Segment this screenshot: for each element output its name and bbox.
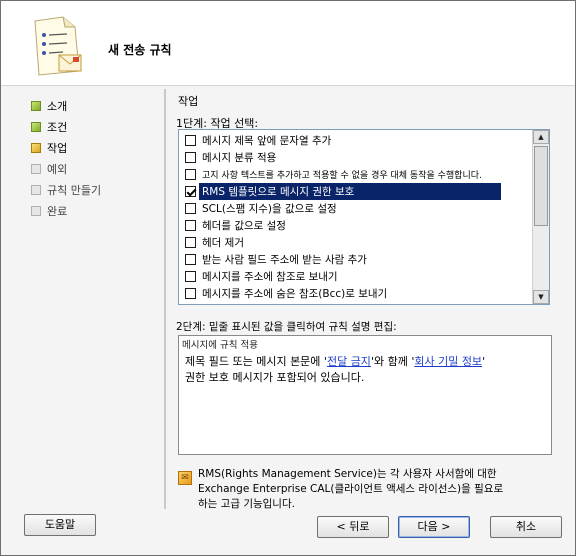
step-done-icon bbox=[31, 100, 41, 111]
new-transport-rule-dialog: 새 전송 규칙 소개 조건 작업 예외 규칙 만들기 완료 작업 1단계: 작업 bbox=[0, 0, 576, 556]
action-checkbox[interactable] bbox=[185, 271, 196, 282]
help-button[interactable]: 도움말 bbox=[24, 514, 96, 536]
action-item[interactable]: SCL(스팸 지수)을 값으로 설정 bbox=[179, 200, 533, 217]
header: 새 전송 규칙 bbox=[1, 1, 575, 86]
action-label: 헤더 제거 bbox=[202, 237, 244, 249]
scroll-up-icon[interactable]: ▲ bbox=[533, 130, 549, 144]
action-checkbox-checked[interactable] bbox=[185, 186, 196, 197]
action-label: 메시지를 주소에 숨은 참조(Bcc)로 보내기 bbox=[202, 288, 388, 300]
action-label: 고지 사항 텍스트를 추가하고 적용할 수 없을 경우 대체 동작을 수행합니다… bbox=[202, 171, 482, 181]
action-checkbox[interactable] bbox=[185, 169, 196, 180]
action-item[interactable]: 헤더 제거 bbox=[179, 234, 533, 251]
dialog-title: 새 전송 규칙 bbox=[108, 43, 172, 57]
cancel-button[interactable]: 취소 bbox=[490, 516, 562, 538]
step-create-rule: 규칙 만들기 bbox=[31, 179, 156, 200]
description-line-1: 제목 필드 또는 메시지 본문에 '전달 금지'와 함께 '회사 기밀 정보' bbox=[185, 353, 485, 369]
action-item[interactable]: 받는 사람 필드 주소에 받는 사람 추가 bbox=[179, 251, 533, 268]
section-title: 작업 bbox=[178, 95, 199, 108]
step-conditions: 조건 bbox=[31, 116, 156, 137]
scroll-down-icon[interactable]: ▼ bbox=[533, 290, 549, 304]
info-line: RMS(Rights Management Service)는 각 사용자 사서… bbox=[198, 468, 497, 480]
vertical-scrollbar[interactable]: ▲ ▼ bbox=[532, 130, 549, 304]
step-complete: 완료 bbox=[31, 200, 156, 221]
description-text: 제목 필드 또는 메시지 본문에 ' bbox=[185, 355, 327, 368]
link-do-not-forward[interactable]: 전달 금지 bbox=[327, 355, 371, 368]
action-label: 메시지를 주소에 참조로 보내기 bbox=[202, 271, 338, 283]
action-item[interactable]: 고지 사항 텍스트를 추가하고 적용할 수 없을 경우 대체 동작을 수행합니다… bbox=[179, 166, 533, 183]
link-company-confidential[interactable]: 회사 기밀 정보 bbox=[414, 355, 482, 368]
step-exceptions: 예외 bbox=[31, 158, 156, 179]
action-checkbox[interactable] bbox=[185, 203, 196, 214]
description-line-2: 권한 보호 메시지가 포함되어 있습니다. bbox=[185, 371, 365, 384]
step2-label: 2단계: 밑줄 표시된 값을 클릭하여 규칙 설명 편집: bbox=[176, 321, 397, 333]
rule-description-box: 메시지에 규칙 적용 제목 필드 또는 메시지 본문에 '전달 금지'와 함께 … bbox=[178, 335, 552, 455]
action-item[interactable]: 헤더를 값으로 설정 bbox=[179, 217, 533, 234]
action-checkbox[interactable] bbox=[185, 237, 196, 248]
description-text: ' bbox=[482, 355, 486, 368]
step-label: 규칙 만들기 bbox=[47, 183, 102, 197]
action-item-selected[interactable]: RMS 템플릿으로 메시지 권한 보호 bbox=[179, 183, 533, 200]
action-item[interactable]: 메시지를 주소에 참조로 보내기 bbox=[179, 268, 533, 285]
action-label: 메시지 제목 앞에 문자열 추가 bbox=[202, 135, 332, 147]
action-item[interactable]: 메시지 분류 적용 bbox=[179, 149, 533, 166]
next-button[interactable]: 다음 > bbox=[398, 516, 470, 538]
action-item[interactable]: 메시지를 주소에 숨은 참조(Bcc)로 보내기 bbox=[179, 285, 533, 302]
info-text: RMS(Rights Management Service)는 각 사용자 사서… bbox=[198, 467, 538, 512]
action-checkbox[interactable] bbox=[185, 152, 196, 163]
action-label: RMS 템플릿으로 메시지 권한 보호 bbox=[199, 183, 501, 200]
content-panel: 작업 1단계: 작업 선택: 메시지 제목 앞에 문자열 추가 메시지 분류 적… bbox=[164, 89, 566, 512]
step-label: 작업 bbox=[47, 141, 68, 155]
step-pending-icon bbox=[31, 163, 41, 174]
step-done-icon bbox=[31, 121, 41, 132]
info-line: Exchange Enterprise CAL(클라이언트 액세스 라이선스)을… bbox=[198, 483, 504, 495]
action-checkbox[interactable] bbox=[185, 135, 196, 146]
step-label: 완료 bbox=[47, 204, 68, 218]
wizard-steps: 소개 조건 작업 예외 규칙 만들기 완료 bbox=[31, 95, 156, 221]
description-text: '와 함께 ' bbox=[370, 355, 415, 368]
action-label: 헤더를 값으로 설정 bbox=[202, 220, 286, 232]
step-label: 조건 bbox=[47, 120, 68, 134]
step-label: 소개 bbox=[47, 99, 68, 113]
step-pending-icon bbox=[31, 205, 41, 216]
action-label: SCL(스팸 지수)을 값으로 설정 bbox=[202, 203, 337, 215]
description-heading: 메시지에 규칙 적용 bbox=[182, 340, 258, 351]
action-checkbox[interactable] bbox=[185, 220, 196, 231]
scrollbar-thumb[interactable] bbox=[534, 146, 548, 226]
step-intro: 소개 bbox=[31, 95, 156, 116]
step-actions: 작업 bbox=[31, 137, 156, 158]
step-label: 예외 bbox=[47, 162, 68, 176]
step-pending-icon bbox=[31, 184, 41, 195]
step-current-icon bbox=[31, 142, 41, 153]
action-label: 받는 사람 필드 주소에 받는 사람 추가 bbox=[202, 254, 367, 266]
action-label: 메시지 분류 적용 bbox=[202, 152, 277, 164]
info-icon: ✉ bbox=[178, 471, 192, 485]
action-item[interactable]: 메시지 제목 앞에 문자열 추가 bbox=[179, 132, 533, 149]
info-line: 하는 고급 기능입니다. bbox=[198, 498, 295, 510]
action-checkbox[interactable] bbox=[185, 254, 196, 265]
action-checkbox[interactable] bbox=[185, 288, 196, 299]
actions-listbox[interactable]: 메시지 제목 앞에 문자열 추가 메시지 분류 적용 고지 사항 텍스트를 추가… bbox=[178, 129, 550, 305]
document-mail-icon bbox=[34, 16, 82, 76]
back-button[interactable]: < 뒤로 bbox=[317, 516, 389, 538]
